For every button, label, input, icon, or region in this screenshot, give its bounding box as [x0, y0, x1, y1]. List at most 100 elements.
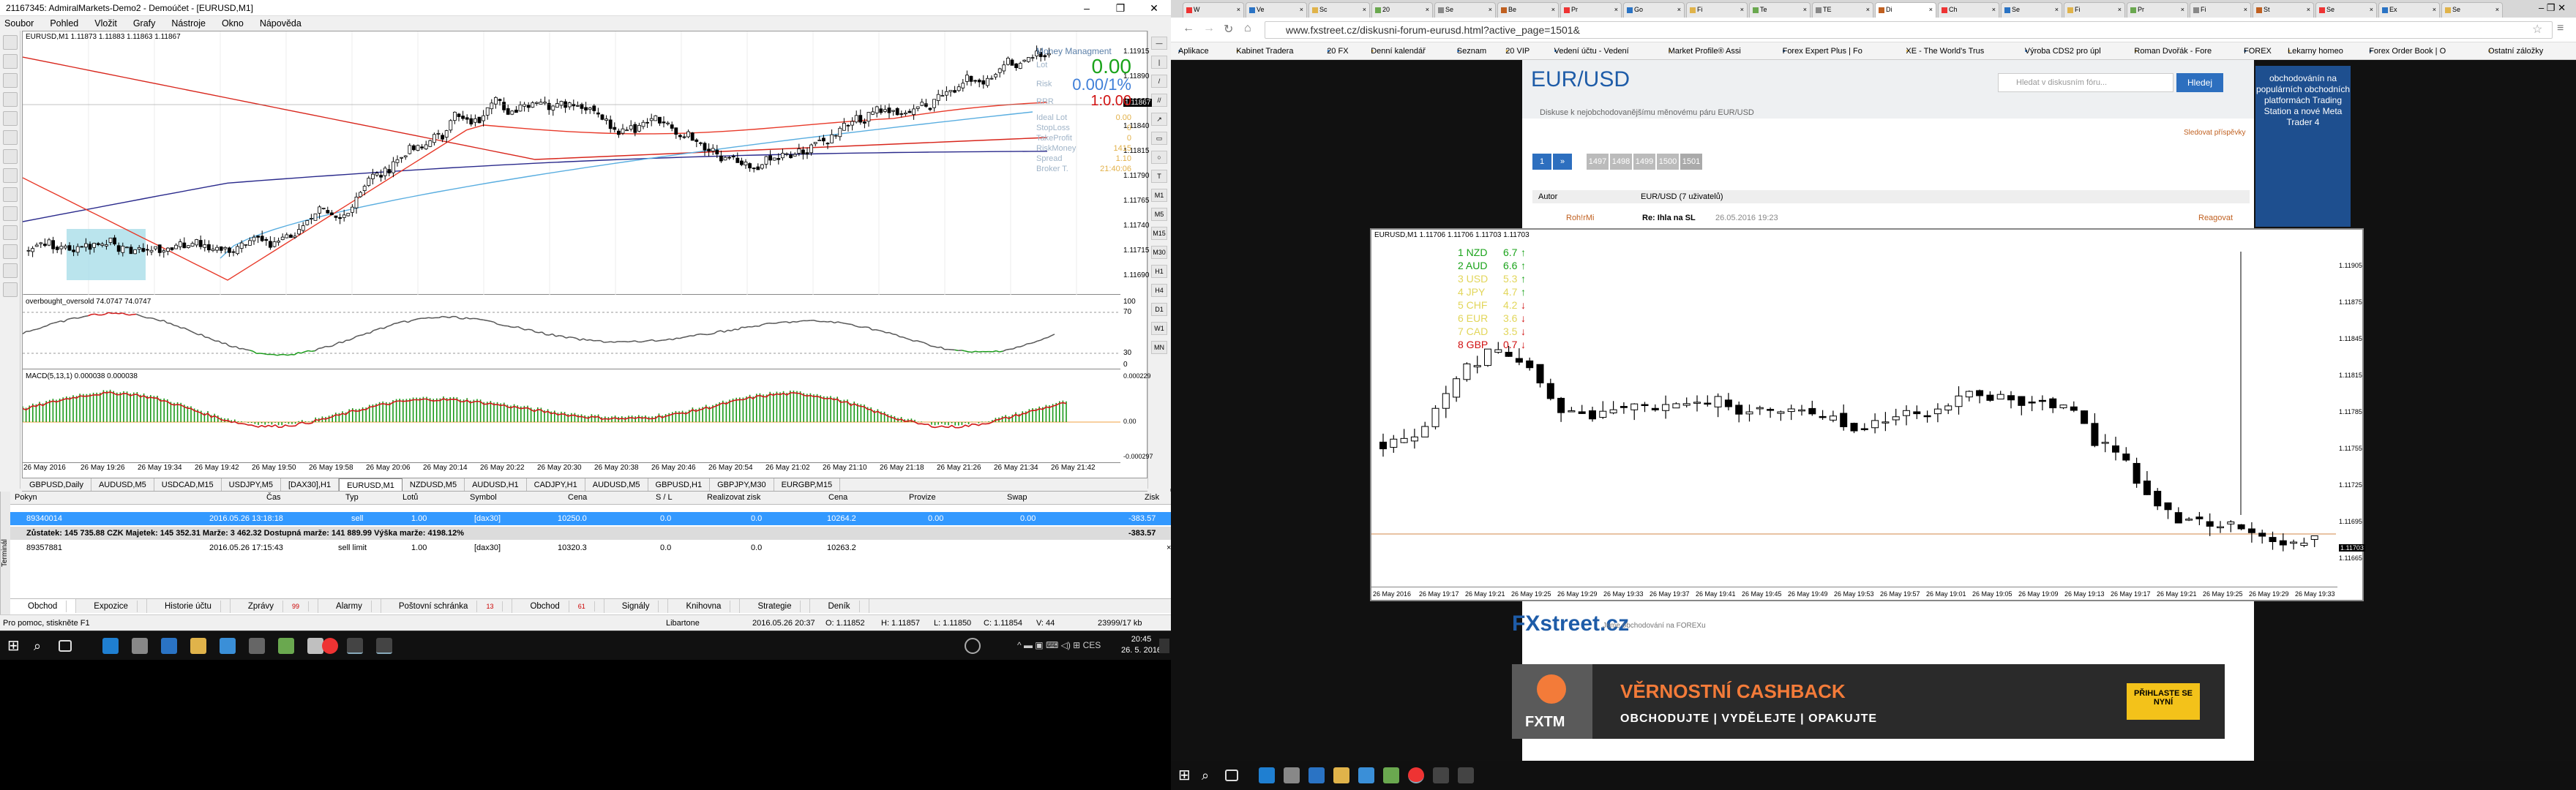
menu-icon[interactable]: ≡ [2557, 22, 2564, 35]
indicators-icon[interactable] [3, 206, 18, 221]
m1-icon[interactable]: M1 [1151, 189, 1167, 202]
mt4-taskbar-icon[interactable] [347, 638, 363, 654]
address-bar[interactable]: www.fxstreet.cz/diskusni-forum-eurusd.ht… [1265, 21, 2553, 39]
browser-tab[interactable]: Go × [1623, 2, 1685, 18]
browser-tab[interactable]: Te × [1749, 2, 1811, 18]
h4-icon[interactable]: H4 [1151, 284, 1167, 297]
chart-tab[interactable]: GBPUSD,Daily [22, 478, 91, 491]
tab-close-icon[interactable]: × [1677, 3, 1681, 17]
chart-area[interactable]: EURUSD,M1 1.11873 1.11883 1.11863 1.1186… [22, 31, 1153, 478]
crosshair-icon[interactable] [3, 54, 18, 69]
tab-close-icon[interactable]: × [1426, 3, 1429, 17]
col-swap[interactable]: Swap [1007, 493, 1027, 502]
browser-tab[interactable]: W × [1183, 2, 1244, 18]
tab-close-icon[interactable]: × [1363, 3, 1366, 17]
vline-icon[interactable]: | [1151, 56, 1167, 69]
pager-item[interactable]: 1497 [1587, 154, 1609, 170]
tab-close-icon[interactable]: × [1489, 3, 1492, 17]
tab-close-icon[interactable]: × [2307, 3, 2310, 17]
line-tool-icon[interactable] [3, 92, 18, 107]
terminal-tab[interactable]: Obchod [10, 599, 77, 613]
new-order-icon[interactable] [3, 35, 18, 50]
menu-pohled[interactable]: Pohled [50, 16, 78, 31]
terminal-tab[interactable]: Poštovní schránka 13 [381, 599, 513, 613]
col-sl[interactable]: S / L [656, 493, 673, 502]
explorer-icon[interactable] [190, 638, 206, 654]
browser-tab[interactable]: Sc × [1308, 2, 1370, 18]
cortana-icon[interactable] [965, 638, 981, 654]
hline-icon[interactable]: — [1151, 37, 1167, 50]
col-lots[interactable]: Lotů [402, 493, 418, 502]
channel-icon[interactable]: // [1151, 94, 1167, 107]
tab-close-icon[interactable]: × [1740, 3, 1744, 17]
browser-tab[interactable]: Ve × [1246, 2, 1307, 18]
templates-icon[interactable] [3, 244, 18, 259]
pager-item[interactable]: » [1553, 154, 1572, 170]
chrome-icon[interactable] [322, 638, 338, 654]
side-advert[interactable]: obchodovánín na populárních obchodních p… [2255, 66, 2351, 227]
col-profit[interactable]: Zisk [1145, 493, 1159, 502]
chart-tab[interactable]: NZDUSD,M5 [402, 478, 465, 491]
forward-icon[interactable]: → [1203, 22, 1215, 35]
maximize-icon[interactable]: ❐ [1104, 0, 1137, 16]
zoom-out-icon[interactable] [3, 130, 18, 145]
tab-close-icon[interactable]: × [2433, 3, 2436, 17]
post-user[interactable]: Roh!rMi [1566, 214, 1595, 222]
browser-tab[interactable]: Pr × [2127, 2, 2188, 18]
browser-tab[interactable]: 20 × [1371, 2, 1433, 18]
menu-vlozit[interactable]: Vložit [94, 16, 117, 31]
banner-cta-button[interactable]: PŘIHLASTE SE NYNÍ [2127, 683, 2200, 720]
menu-grafy[interactable]: Grafy [133, 16, 156, 31]
col-tp[interactable]: Realizovat zisk [707, 493, 760, 502]
edge-icon[interactable] [1259, 767, 1275, 783]
tab-close-icon[interactable]: × [1551, 3, 1555, 17]
chart-tab[interactable]: AUDUSD,M5 [585, 478, 648, 491]
period-icon[interactable] [3, 225, 18, 240]
search-icon[interactable]: ⌕ [34, 638, 50, 654]
terminal-tab[interactable]: Deník [810, 599, 869, 613]
chart-tab[interactable]: USDCAD,M15 [154, 478, 222, 491]
windows-start-icon[interactable]: ⊞ [7, 638, 23, 654]
chart-tab[interactable]: GBPUSD,H1 [648, 478, 711, 491]
h1-icon[interactable]: H1 [1151, 265, 1167, 278]
mt4-taskbar-icon-2[interactable] [1458, 767, 1474, 783]
browser-tab[interactable]: St × [2253, 2, 2314, 18]
menu-okno[interactable]: Okno [222, 16, 244, 31]
m30-icon[interactable]: M30 [1151, 246, 1167, 259]
tile-icon[interactable] [3, 168, 18, 183]
menu-nastroje[interactable]: Nástroje [171, 16, 206, 31]
edge-icon[interactable] [102, 638, 119, 654]
oscillator-pane[interactable]: overbought_oversold 74.0747 74.0747 [23, 296, 1120, 369]
mt4-taskbar-icon[interactable] [1433, 767, 1449, 783]
browser-tab[interactable]: Di × [1875, 2, 1936, 18]
terminal-tab[interactable]: Zprávy 99 [231, 599, 319, 613]
browser-tab[interactable]: Be × [1497, 2, 1559, 18]
text-label-icon[interactable]: T [1151, 170, 1167, 183]
tab-close-icon[interactable]: × [1300, 3, 1303, 17]
text-icon[interactable] [3, 282, 18, 297]
notifications-icon[interactable] [1159, 639, 1169, 653]
mail-icon[interactable] [220, 638, 236, 654]
chart-tab[interactable]: USDJPY,M5 [222, 478, 281, 491]
col-order[interactable]: Pokyn [15, 493, 37, 502]
search-button[interactable]: Hledej [2176, 73, 2223, 92]
chart-tab[interactable]: AUDUSD,H1 [465, 478, 527, 491]
col-symbol[interactable]: Symbol [470, 493, 497, 502]
col-cur-price[interactable]: Cena [828, 493, 847, 502]
bookmark-star-icon[interactable]: ☆ [2532, 22, 2542, 37]
tab-close-icon[interactable]: × [1866, 3, 1870, 17]
reload-icon[interactable]: ↻ [1224, 22, 1233, 37]
zoom-in-icon[interactable] [3, 111, 18, 126]
chrome-icon[interactable] [1408, 767, 1424, 783]
chart-tab[interactable]: CADJPY,H1 [527, 478, 585, 491]
menu-napoveda[interactable]: Nápověda [260, 16, 302, 31]
store-icon[interactable] [1308, 767, 1325, 783]
home-icon[interactable] [1284, 767, 1300, 783]
close-icon[interactable]: ✕ [1137, 0, 1171, 16]
calc-icon[interactable] [1383, 767, 1399, 783]
tab-close-icon[interactable]: × [1614, 3, 1618, 17]
tab-close-icon[interactable]: × [1803, 3, 1807, 17]
task-view-icon[interactable] [59, 640, 72, 652]
chart-tab[interactable]: EURUSD,M1 [339, 478, 402, 491]
trendline-icon[interactable]: / [1151, 75, 1167, 88]
